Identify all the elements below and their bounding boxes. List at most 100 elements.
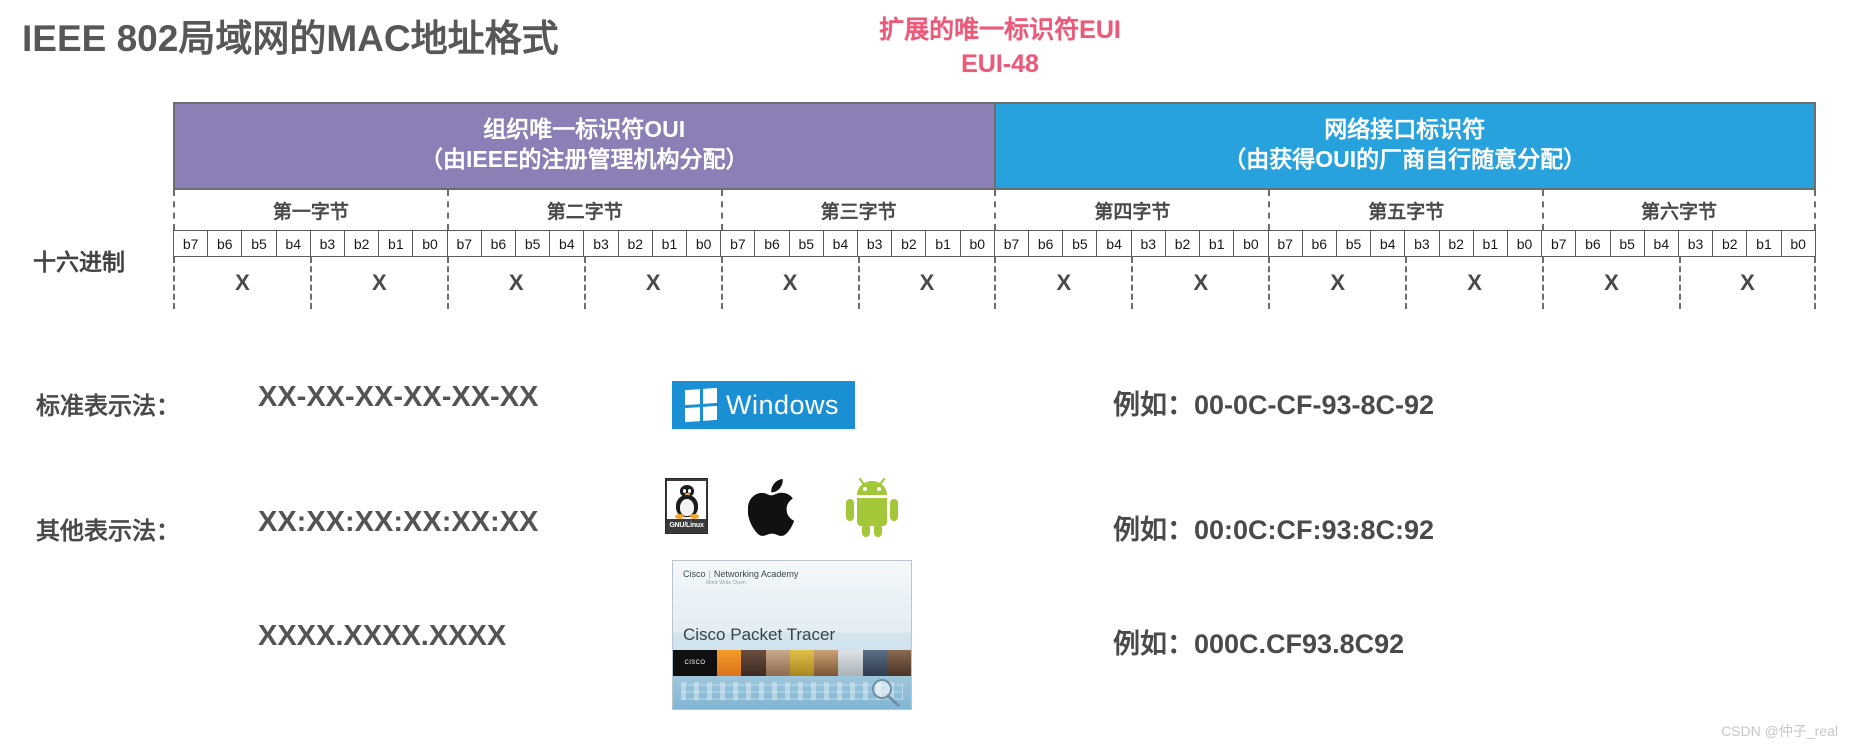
other-notation-label: 其他表示法： (36, 518, 180, 545)
cisco-brand-tagline: Mind Wide Open (706, 580, 747, 586)
packet-tracer-footer-art (673, 676, 911, 709)
dotted-notation-value: XXXX.XXXX.XXXX (258, 620, 507, 652)
android-logo-icon (846, 477, 898, 537)
byte-label: 第三字节 (720, 190, 995, 230)
people-photo-strip: CISCO (673, 650, 911, 676)
bit-label: b3 (1130, 230, 1165, 257)
photo-segment (765, 650, 790, 676)
bit-label: b2 (344, 230, 379, 257)
other-notation-value: XX:XX:XX:XX:XX:XX (258, 506, 539, 538)
hex-digit-row: X X X X X X X X X X X X (173, 257, 1816, 309)
bit-label: b3 (309, 230, 345, 257)
hex-digit: X (309, 257, 447, 309)
eui-heading: 扩展的唯一标识符EUI EUI-48 (840, 14, 1160, 82)
field-bands-row: 组织唯一标识符OUI （由IEEE的注册管理机构分配） 网络接口标识符 （由获得… (173, 102, 1816, 190)
windows-flag-icon (685, 387, 717, 423)
windows-logo: Windows (672, 381, 855, 429)
bit-label: b7 (1541, 230, 1576, 257)
bit-label: b0 (1233, 230, 1268, 257)
bit-label: b7 (993, 230, 1029, 257)
bit-label: b7 (720, 230, 755, 257)
bit-label: b1 (378, 230, 413, 257)
slide-canvas: IEEE 802局域网的MAC地址格式 扩展的唯一标识符EUI EUI-48 组… (0, 0, 1852, 747)
byte-label: 第五字节 (1268, 190, 1542, 230)
photo-segment (838, 650, 863, 676)
photo-segment (741, 650, 766, 676)
bit-label: b3 (583, 230, 618, 257)
bit-label: b1 (1472, 230, 1507, 257)
mac-address-diagram: 组织唯一标识符OUI （由IEEE的注册管理机构分配） 网络接口标识符 （由获得… (173, 102, 1816, 309)
bit-label: b5 (788, 230, 823, 257)
bit-label: b0 (412, 230, 447, 257)
page-title: IEEE 802局域网的MAC地址格式 (22, 18, 559, 59)
bit-label: b2 (1164, 230, 1200, 257)
oui-field-block: 组织唯一标识符OUI （由IEEE的注册管理机构分配） (173, 102, 995, 190)
photo-segment (814, 650, 839, 676)
hex-digit: X (857, 257, 995, 309)
tux-penguin-icon (667, 481, 706, 519)
photo-segment (886, 650, 911, 676)
hex-digit: X (1542, 257, 1679, 309)
nic-title: 网络接口标识符 (1324, 116, 1486, 143)
standard-notation-example: 例如：00-0C-CF-93-8C-92 (1113, 390, 1435, 420)
bit-label: b6 (754, 230, 789, 257)
bit-label: b4 (822, 230, 858, 257)
bit-label: b0 (686, 230, 721, 257)
bit-label: b3 (1404, 230, 1439, 257)
eui-heading-line1: 扩展的唯一标识符EUI (878, 15, 1123, 46)
cisco-brand-right: Networking Academy (713, 569, 799, 579)
dotted-notation-example: 例如：000C.CF93.8C92 (1113, 629, 1405, 659)
bit-label: b2 (891, 230, 926, 257)
bit-label: b6 (1028, 230, 1063, 257)
byte-label: 第六字节 (1542, 190, 1816, 230)
bit-label: b4 (1643, 230, 1678, 257)
gnu-linux-logo: GNU/Linux (665, 478, 708, 534)
magnifier-icon (872, 679, 900, 707)
bit-label: b1 (925, 230, 960, 257)
bit-label: b3 (857, 230, 892, 257)
bit-label: b4 (1370, 230, 1405, 257)
hex-digit: X (1268, 257, 1405, 309)
oui-subtitle: （由IEEE的注册管理机构分配） (420, 146, 749, 172)
bit-label: b3 (1677, 230, 1713, 257)
bit-label: b5 (1609, 230, 1644, 257)
other-notation-example: 例如：00:0C:CF:93:8C:92 (1113, 515, 1435, 545)
bit-label: b5 (1062, 230, 1097, 257)
byte-label: 第一字节 (173, 190, 447, 230)
csdn-watermark: CSDN @仲子_real (1721, 723, 1838, 739)
bit-label: b6 (480, 230, 516, 257)
cisco-logo-badge: CISCO (673, 650, 717, 676)
bit-label: b0 (1506, 230, 1542, 257)
bit-label: b5 (1335, 230, 1371, 257)
standard-notation-value: XX-XX-XX-XX-XX-XX (258, 381, 539, 413)
cisco-brand-line: Cisco | Networking Academy (683, 569, 799, 579)
bit-label: b7 (446, 230, 481, 257)
hex-digit: X (1405, 257, 1542, 309)
bit-label: b1 (1746, 230, 1781, 257)
hex-digit: X (1678, 257, 1816, 309)
byte-label: 第二字节 (446, 190, 721, 230)
bit-label: b4 (275, 230, 310, 257)
hex-digit: X (720, 257, 858, 309)
bit-label-row: b7 b6 b5 b4 b3 b2 b1 b0 b7 b6 b5 b4 b3 b… (173, 230, 1816, 257)
packet-tracer-title: Cisco Packet Tracer (683, 625, 836, 644)
nic-subtitle: （由获得OUI的厂商自行随意分配） (1223, 146, 1587, 172)
bit-label: b5 (515, 230, 550, 257)
bit-label: b2 (1438, 230, 1473, 257)
bit-label: b2 (617, 230, 652, 257)
apple-logo-icon (748, 479, 795, 536)
gnu-linux-label: GNU/Linux (669, 522, 704, 529)
nic-field-block: 网络接口标识符 （由获得OUI的厂商自行随意分配） (994, 102, 1816, 190)
standard-notation-label: 标准表示法： (36, 393, 180, 420)
bit-label: b7 (1267, 230, 1302, 257)
photo-segment (717, 650, 742, 676)
bit-label: b6 (1575, 230, 1610, 257)
bit-label: b4 (1096, 230, 1131, 257)
bit-label: b1 (1199, 230, 1234, 257)
bit-label: b5 (241, 230, 276, 257)
bit-label: b0 (959, 230, 994, 257)
bit-label: b0 (1780, 230, 1816, 257)
bit-label: b1 (651, 230, 687, 257)
bit-label: b6 (207, 230, 242, 257)
cisco-packet-tracer-image: Cisco | Networking Academy Mind Wide Open … (672, 560, 912, 710)
